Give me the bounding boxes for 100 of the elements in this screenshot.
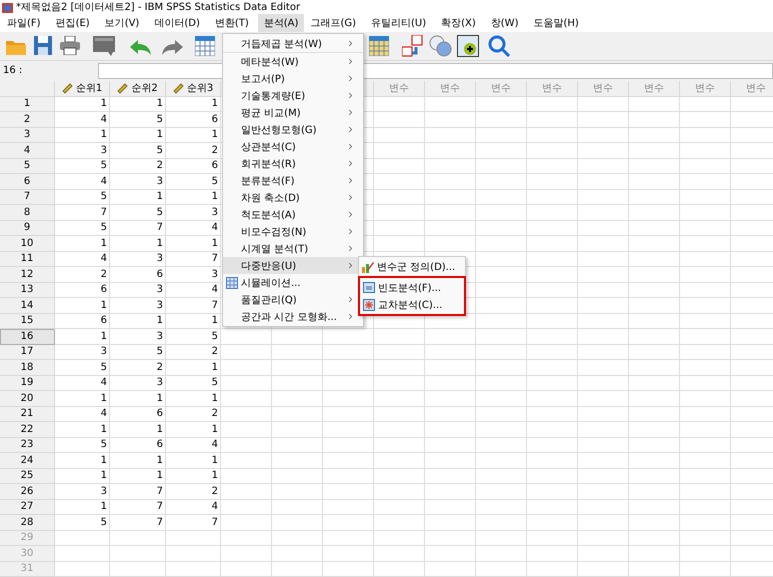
row-header[interactable]: 20: [0, 391, 55, 406]
menu-item[interactable]: 그래프(G): [304, 14, 362, 32]
column-header[interactable]: 순위1: [55, 80, 110, 96]
table-cell: [578, 252, 629, 267]
dialog-icon[interactable]: [93, 36, 115, 56]
menu-item[interactable]: 창(W): [484, 14, 524, 32]
table-cell: [629, 236, 680, 252]
table-cell: [578, 360, 629, 376]
menu-entry[interactable]: 비모수검정(N): [223, 223, 363, 240]
menu-entry[interactable]: 메타분석(W): [223, 53, 363, 70]
menu-entry[interactable]: 일반선형모형(G): [223, 121, 363, 138]
row-header[interactable]: 19: [0, 376, 55, 391]
menu-item[interactable]: 파일(F): [1, 14, 47, 32]
row-header[interactable]: 25: [0, 468, 55, 484]
table-cell: [578, 406, 629, 422]
row-header[interactable]: 21: [0, 406, 55, 422]
table-cell: [680, 391, 731, 406]
save-icon[interactable]: [34, 36, 52, 55]
ruler-icon: [172, 82, 184, 94]
table-cell: 1: [55, 453, 110, 468]
menu-entry[interactable]: 상관분석(C): [223, 138, 363, 155]
print-icon[interactable]: [60, 36, 80, 55]
row-header[interactable]: 12: [0, 267, 55, 282]
table-cell: [680, 112, 731, 128]
table-cell: [425, 546, 476, 562]
value-labels-icon[interactable]: [402, 35, 424, 57]
menu-entry[interactable]: 척도분석(A): [223, 206, 363, 223]
row-header[interactable]: 7: [0, 190, 55, 205]
redo-icon[interactable]: [161, 39, 185, 55]
row-header[interactable]: 14: [0, 298, 55, 314]
variables-grid-icon[interactable]: [369, 36, 389, 56]
menu-entry[interactable]: 분류분석(F): [223, 172, 363, 189]
menu-entry[interactable]: 기술통계량(E): [223, 87, 363, 104]
table-cell: [731, 158, 773, 174]
submenu-item[interactable]: 교차분석(C)...: [360, 296, 464, 313]
row-header[interactable]: 28: [0, 515, 55, 530]
menu-item[interactable]: 편집(E): [50, 14, 96, 32]
table-cell: 4: [55, 174, 110, 190]
row-header[interactable]: 11: [0, 252, 55, 267]
table-cell: [731, 128, 773, 143]
table-cell: [629, 298, 680, 314]
table-cell: [476, 267, 527, 282]
table-cell: [527, 143, 578, 158]
table-cell: [578, 468, 629, 484]
data-grid-icon[interactable]: [195, 36, 215, 56]
menu-entry[interactable]: 평균 비교(M): [223, 104, 363, 121]
row-header[interactable]: 1: [0, 96, 55, 112]
column-header[interactable]: 순위2: [110, 80, 166, 96]
table-cell: [680, 438, 731, 453]
row-header[interactable]: 17: [0, 344, 55, 360]
table-cell: [323, 546, 374, 562]
menu-entry[interactable]: 차원 축소(D): [223, 189, 363, 206]
table-cell: [476, 360, 527, 376]
row-header[interactable]: 22: [0, 422, 55, 438]
search-icon[interactable]: [488, 35, 510, 57]
menu-item[interactable]: 유틸리티(U): [365, 14, 432, 32]
row-header[interactable]: 26: [0, 484, 55, 500]
menu-item[interactable]: 도움말(H): [527, 14, 585, 32]
row-header[interactable]: 15: [0, 314, 55, 329]
row-header[interactable]: 9: [0, 220, 55, 236]
menu-item[interactable]: 데이터(D): [148, 14, 206, 32]
row-header[interactable]: 13: [0, 282, 55, 298]
submenu-item[interactable]: 빈도분석(F)...: [360, 279, 464, 296]
table-cell: [731, 282, 773, 298]
menu-entry[interactable]: 거듭제곱 분석(W): [223, 35, 363, 53]
menu-item[interactable]: 변환(T): [208, 14, 255, 32]
row-header[interactable]: 24: [0, 453, 55, 468]
row-header[interactable]: 27: [0, 500, 55, 515]
row-header[interactable]: 5: [0, 158, 55, 174]
table-cell: [166, 546, 221, 562]
row-header[interactable]: 10: [0, 236, 55, 252]
menu-entry[interactable]: 회귀분석(R): [223, 155, 363, 172]
menu-item[interactable]: 분석(A): [258, 14, 304, 32]
row-header[interactable]: 8: [0, 205, 55, 220]
table-cell: [374, 205, 425, 220]
table-cell: [425, 453, 476, 468]
table-cell: [425, 220, 476, 236]
corner-cell[interactable]: [0, 80, 55, 96]
table-cell: [680, 376, 731, 391]
menu-entry[interactable]: 시계열 분석(T): [223, 240, 363, 257]
table-cell: [323, 453, 374, 468]
row-header[interactable]: 4: [0, 143, 55, 158]
row-header[interactable]: 6: [0, 174, 55, 190]
row-header[interactable]: 2: [0, 112, 55, 128]
table-cell: [527, 314, 578, 329]
undo-icon[interactable]: [128, 39, 152, 55]
column-header[interactable]: 순위3: [166, 80, 221, 96]
row-header[interactable]: 3: [0, 128, 55, 143]
menu-item[interactable]: 확장(X): [435, 14, 482, 32]
row-header[interactable]: 18: [0, 360, 55, 376]
table-cell: [731, 438, 773, 453]
row-header[interactable]: 16: [0, 329, 55, 344]
table-cell: [578, 422, 629, 438]
add-cases-icon[interactable]: [457, 35, 479, 57]
menu-entry[interactable]: 보고서(P): [223, 70, 363, 87]
row-header[interactable]: 23: [0, 438, 55, 453]
menu-item[interactable]: 보기(V): [98, 14, 146, 32]
table-cell: [374, 546, 425, 562]
table-cell: 1: [166, 468, 221, 484]
table-cell: [578, 515, 629, 530]
